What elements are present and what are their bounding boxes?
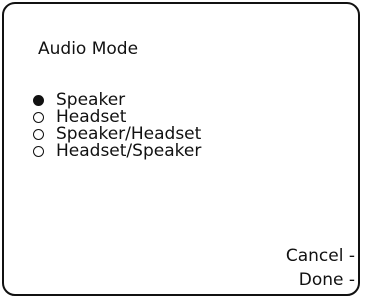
- option-label: Headset/Speaker: [56, 141, 202, 161]
- radio-unselected-icon: [33, 146, 44, 157]
- done-softkey[interactable]: Done -: [286, 268, 355, 292]
- phone-display: Audio Mode Speaker Headset Speaker/Heads…: [2, 2, 360, 296]
- radio-selected-icon: [33, 95, 44, 106]
- screen-title: Audio Mode: [38, 39, 139, 59]
- radio-unselected-icon: [33, 112, 44, 123]
- softkey-labels: Cancel - Done -: [286, 244, 355, 292]
- audio-mode-options: Speaker Headset Speaker/Headset Headset/…: [33, 92, 201, 160]
- radio-unselected-icon: [33, 129, 44, 140]
- cancel-softkey[interactable]: Cancel -: [286, 244, 355, 268]
- option-headset-speaker[interactable]: Headset/Speaker: [33, 143, 201, 160]
